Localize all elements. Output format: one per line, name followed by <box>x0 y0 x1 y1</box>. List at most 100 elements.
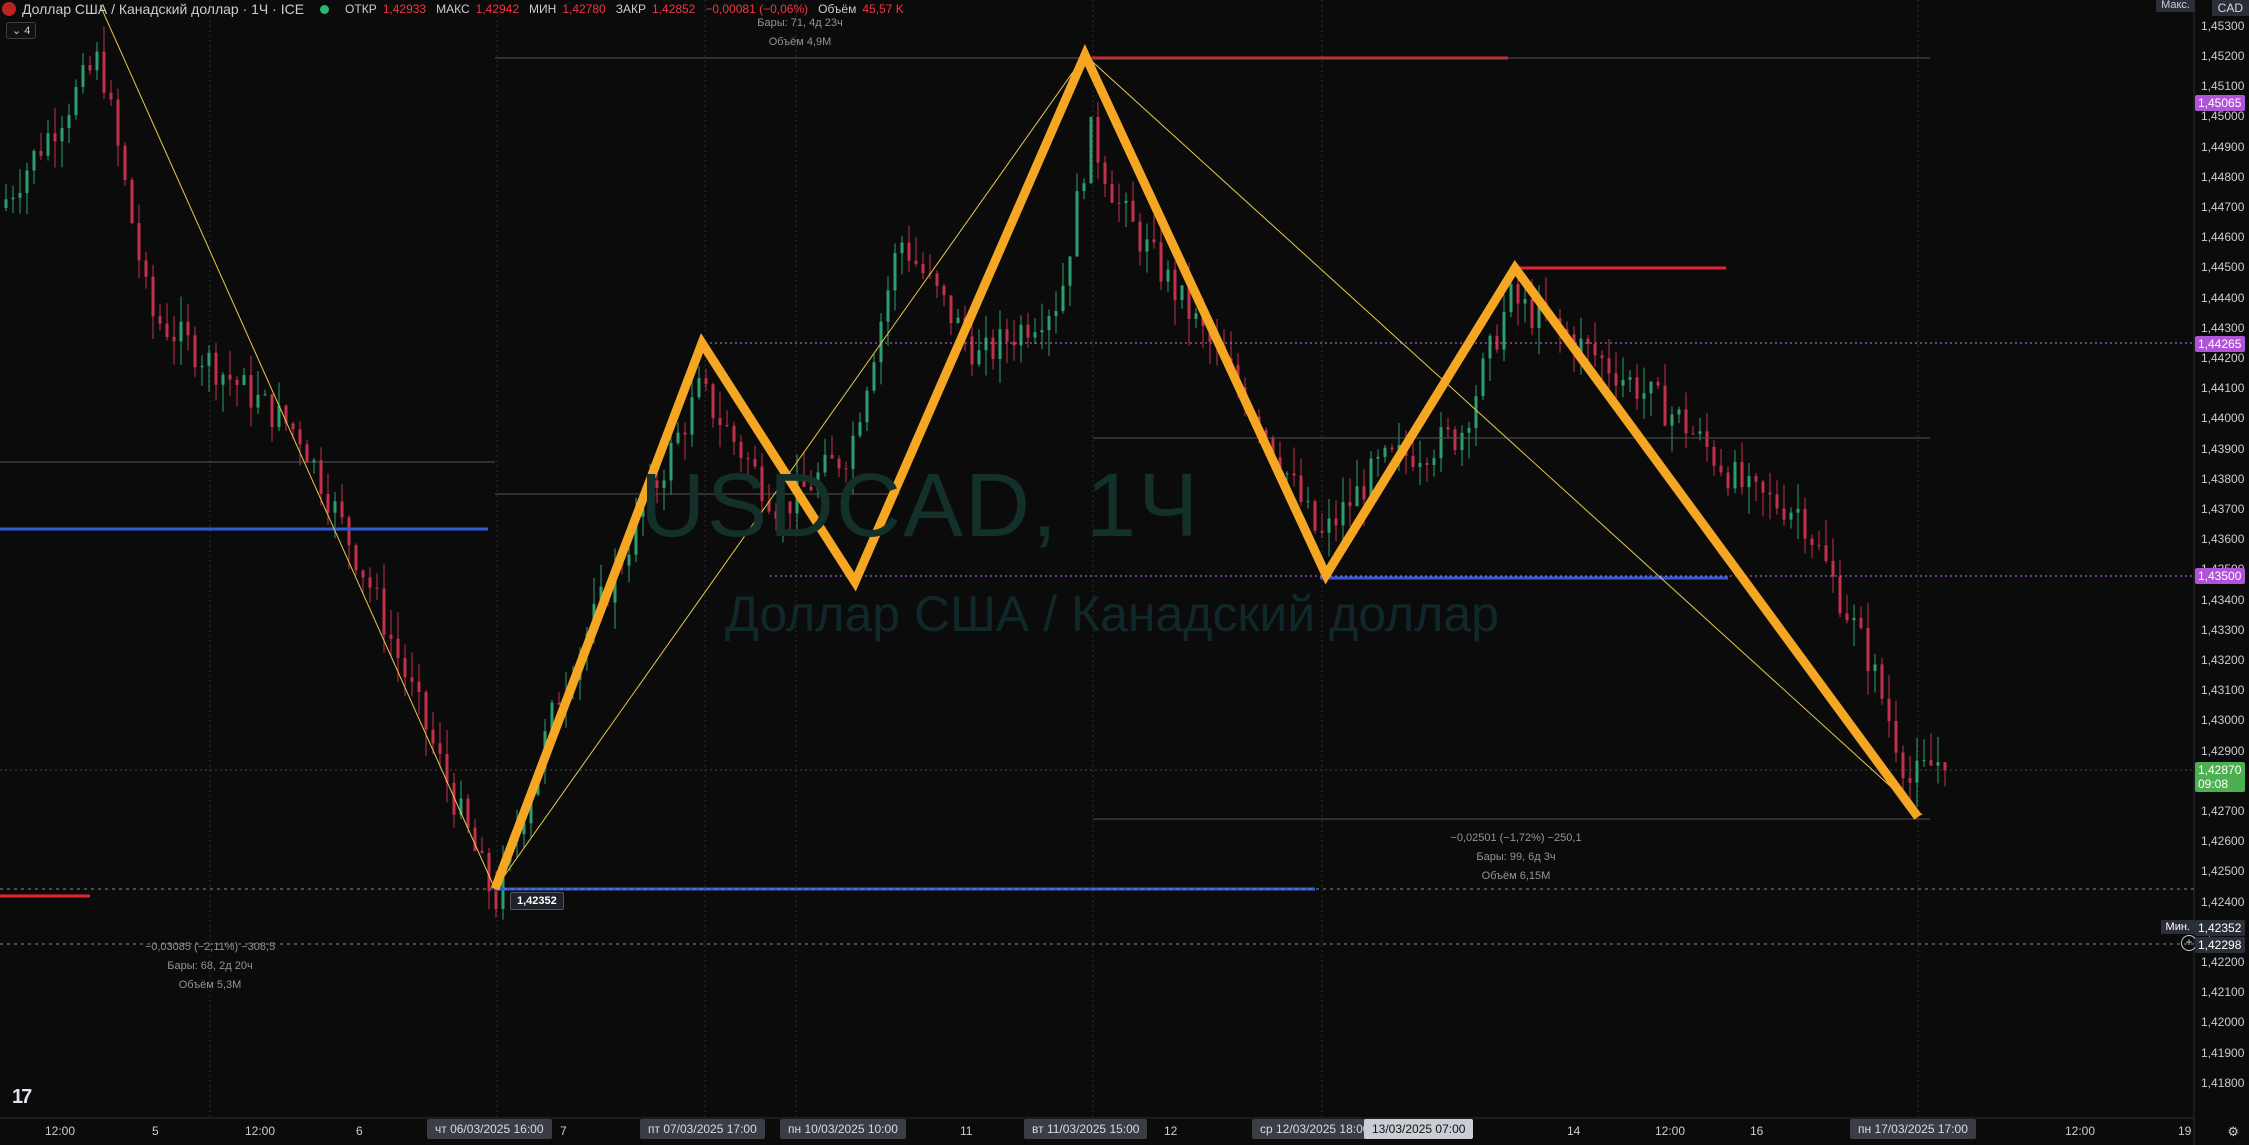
candle-body <box>1733 462 1737 489</box>
symbol-title[interactable]: Доллар США / Канадский доллар · 1Ч · ICE <box>22 1 304 17</box>
candle-body <box>676 432 680 443</box>
candle-body <box>151 276 155 317</box>
time-tick: 6 <box>356 1124 363 1138</box>
candle-body <box>410 677 414 682</box>
candle-body <box>354 545 358 571</box>
candle-body <box>1082 183 1086 192</box>
price-tick: 1,42900 <box>2201 743 2245 758</box>
candle-body <box>4 199 8 208</box>
candle-body <box>1726 472 1730 489</box>
candle-body <box>1621 379 1625 386</box>
candle-body <box>1943 762 1947 771</box>
candle-body <box>256 394 260 408</box>
candle-body <box>1418 462 1422 467</box>
measure-left: −0,03085 (−2,11%) −308,5 Бары: 68, 2д 20ч… <box>144 941 276 991</box>
candle-body <box>1103 162 1107 185</box>
candle-body <box>291 423 295 430</box>
chevron-down-icon: ⌄ <box>12 25 22 37</box>
price-tick: 1,45200 <box>2201 49 2245 63</box>
candle-body <box>46 133 50 156</box>
candle-body <box>1845 613 1849 621</box>
candle-body <box>123 145 127 180</box>
price-chart[interactable] <box>0 0 2249 1145</box>
candle-body <box>270 394 274 428</box>
candle-body <box>1614 373 1618 386</box>
candle-body <box>1628 377 1632 380</box>
time-tag: вт 11/03/2025 15:00 <box>1024 1119 1148 1139</box>
low-price-note: 1,42352 <box>510 892 564 910</box>
price-tick: 1,42500 <box>2201 864 2245 879</box>
candle-body <box>998 329 1002 360</box>
candle-body <box>39 150 43 156</box>
candle-body <box>130 179 134 224</box>
candle-body <box>1040 330 1044 333</box>
candle-body <box>1880 664 1884 699</box>
candle-body <box>1635 377 1639 399</box>
candle-body <box>984 337 988 351</box>
candle-body <box>1859 617 1863 628</box>
candle-body <box>403 658 407 678</box>
candle-body <box>732 425 736 442</box>
candle-body <box>53 133 57 142</box>
price-tick: 1,43000 <box>2201 713 2245 728</box>
last-price-tag: 1,42870 09:08 <box>2195 762 2245 792</box>
candle-body <box>368 577 372 588</box>
price-tick: 1,42200 <box>2201 955 2245 969</box>
candle-body <box>1110 184 1114 203</box>
candle-body <box>95 51 99 71</box>
candle-body <box>1488 335 1492 359</box>
trendline-down-right <box>1084 54 1923 816</box>
candle-body <box>1320 530 1324 533</box>
candle-body <box>158 316 162 324</box>
price-tick: 1,44500 <box>2201 260 2245 275</box>
candle-body <box>1796 508 1800 513</box>
time-tick: 12:00 <box>1655 1124 1686 1138</box>
time-tag: ср 12/03/2025 18:00 <box>1252 1119 1378 1139</box>
min-price-tag: 1,42352 <box>2195 920 2245 936</box>
candle-body <box>704 378 708 385</box>
currency-button[interactable]: CAD <box>2211 0 2249 16</box>
time-tag: 13/03/2025 07:00 <box>1364 1119 1474 1139</box>
price-tick: 1,44600 <box>2201 230 2245 245</box>
watermark-symbol: USDCAD, 1Ч <box>640 456 1201 556</box>
time-tick: 12:00 <box>45 1124 76 1138</box>
candle-body <box>1425 462 1429 465</box>
candle-body <box>1824 545 1828 561</box>
candle-body <box>1530 299 1534 328</box>
price-tick: 1,43200 <box>2201 653 2245 667</box>
candle-body <box>235 379 239 385</box>
candle-body <box>949 295 953 324</box>
candle-body <box>1642 393 1646 399</box>
candle-body <box>326 493 330 513</box>
price-tick: 1,44200 <box>2201 351 2245 365</box>
candle-body <box>1285 473 1289 475</box>
time-tag: пт 07/03/2025 17:00 <box>640 1119 765 1139</box>
price-tick: 1,44800 <box>2201 169 2245 184</box>
time-tick: 12:00 <box>2065 1124 2096 1138</box>
indicators-toggle[interactable]: ⌄ 4 <box>6 22 37 39</box>
candle-body <box>1481 358 1485 397</box>
candle-body <box>431 729 435 744</box>
candle-body <box>333 501 337 513</box>
candle-body <box>1194 313 1198 319</box>
candle-body <box>382 588 386 635</box>
time-tick: 7 <box>560 1124 567 1138</box>
candle-body <box>1446 427 1450 430</box>
candle-body <box>921 263 925 274</box>
candle-body <box>1789 512 1793 520</box>
price-tick: 1,44100 <box>2201 381 2245 396</box>
settings-icon[interactable]: ⚙ <box>2227 1124 2239 1140</box>
candle-body <box>1131 200 1135 222</box>
candle-body <box>1348 502 1352 507</box>
candle-body <box>1691 433 1695 435</box>
candle-body <box>1075 191 1079 257</box>
candle-body <box>165 323 169 337</box>
price-tick: 1,43700 <box>2201 502 2245 516</box>
tradingview-logo[interactable]: 17 <box>12 1086 32 1109</box>
price-tick: 1,44400 <box>2201 290 2245 305</box>
candle-body <box>305 444 309 463</box>
candle-body <box>1117 202 1121 204</box>
candle-body <box>1026 324 1030 338</box>
candle-body <box>466 798 470 828</box>
candle-body <box>1915 760 1919 783</box>
